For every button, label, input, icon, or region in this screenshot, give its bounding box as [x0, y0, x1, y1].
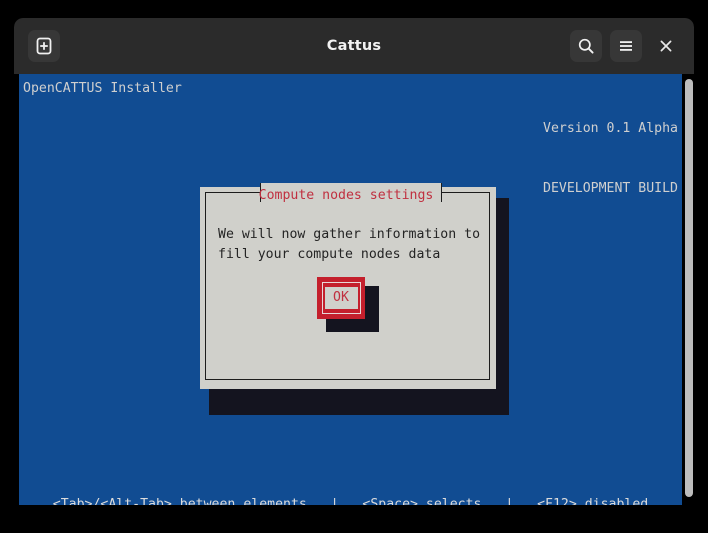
hamburger-menu-icon: [617, 37, 635, 55]
terminal-window: Cattus OpenCATTUS Installer Version 0.1 …: [14, 18, 694, 505]
ok-button-wrapper: OK: [317, 277, 379, 332]
new-tab-icon: [35, 37, 53, 55]
window-titlebar: Cattus: [14, 18, 694, 74]
terminal-scrollbar-thumb[interactable]: [685, 79, 693, 497]
menu-button[interactable]: [610, 30, 642, 62]
close-button[interactable]: [650, 30, 682, 62]
titlebar-right-controls: [570, 30, 682, 62]
dialog-box: Compute nodes settings We will now gathe…: [200, 183, 496, 389]
terminal-content-area[interactable]: OpenCATTUS Installer Version 0.1 Alpha D…: [14, 74, 694, 505]
tui-status-line: <Tab>/<Alt-Tab> between elements | <Spac…: [52, 497, 649, 505]
new-tab-button[interactable]: [28, 30, 60, 62]
compute-nodes-dialog: Compute nodes settings We will now gathe…: [200, 183, 510, 415]
ok-button-label: OK: [324, 287, 358, 309]
dialog-button-area: OK: [200, 277, 496, 337]
dialog-message: We will now gather information to fill y…: [218, 227, 481, 262]
search-button[interactable]: [570, 30, 602, 62]
terminal-scrollbar[interactable]: [684, 74, 694, 505]
search-icon: [577, 37, 595, 55]
build-line: DEVELOPMENT BUILD: [543, 181, 678, 196]
version-line: Version 0.1 Alpha: [543, 121, 678, 136]
ok-button[interactable]: OK: [317, 277, 365, 319]
tui-header: OpenCATTUS Installer Version 0.1 Alpha D…: [19, 79, 682, 196]
tui-screen: OpenCATTUS Installer Version 0.1 Alpha D…: [19, 74, 682, 505]
close-icon: [658, 38, 674, 54]
dialog-title: Compute nodes settings: [258, 188, 434, 203]
ok-button-focus-frame: OK: [321, 282, 361, 314]
installer-title: OpenCATTUS Installer: [23, 81, 182, 96]
version-info: Version 0.1 Alpha DEVELOPMENT BUILD: [543, 79, 678, 239]
